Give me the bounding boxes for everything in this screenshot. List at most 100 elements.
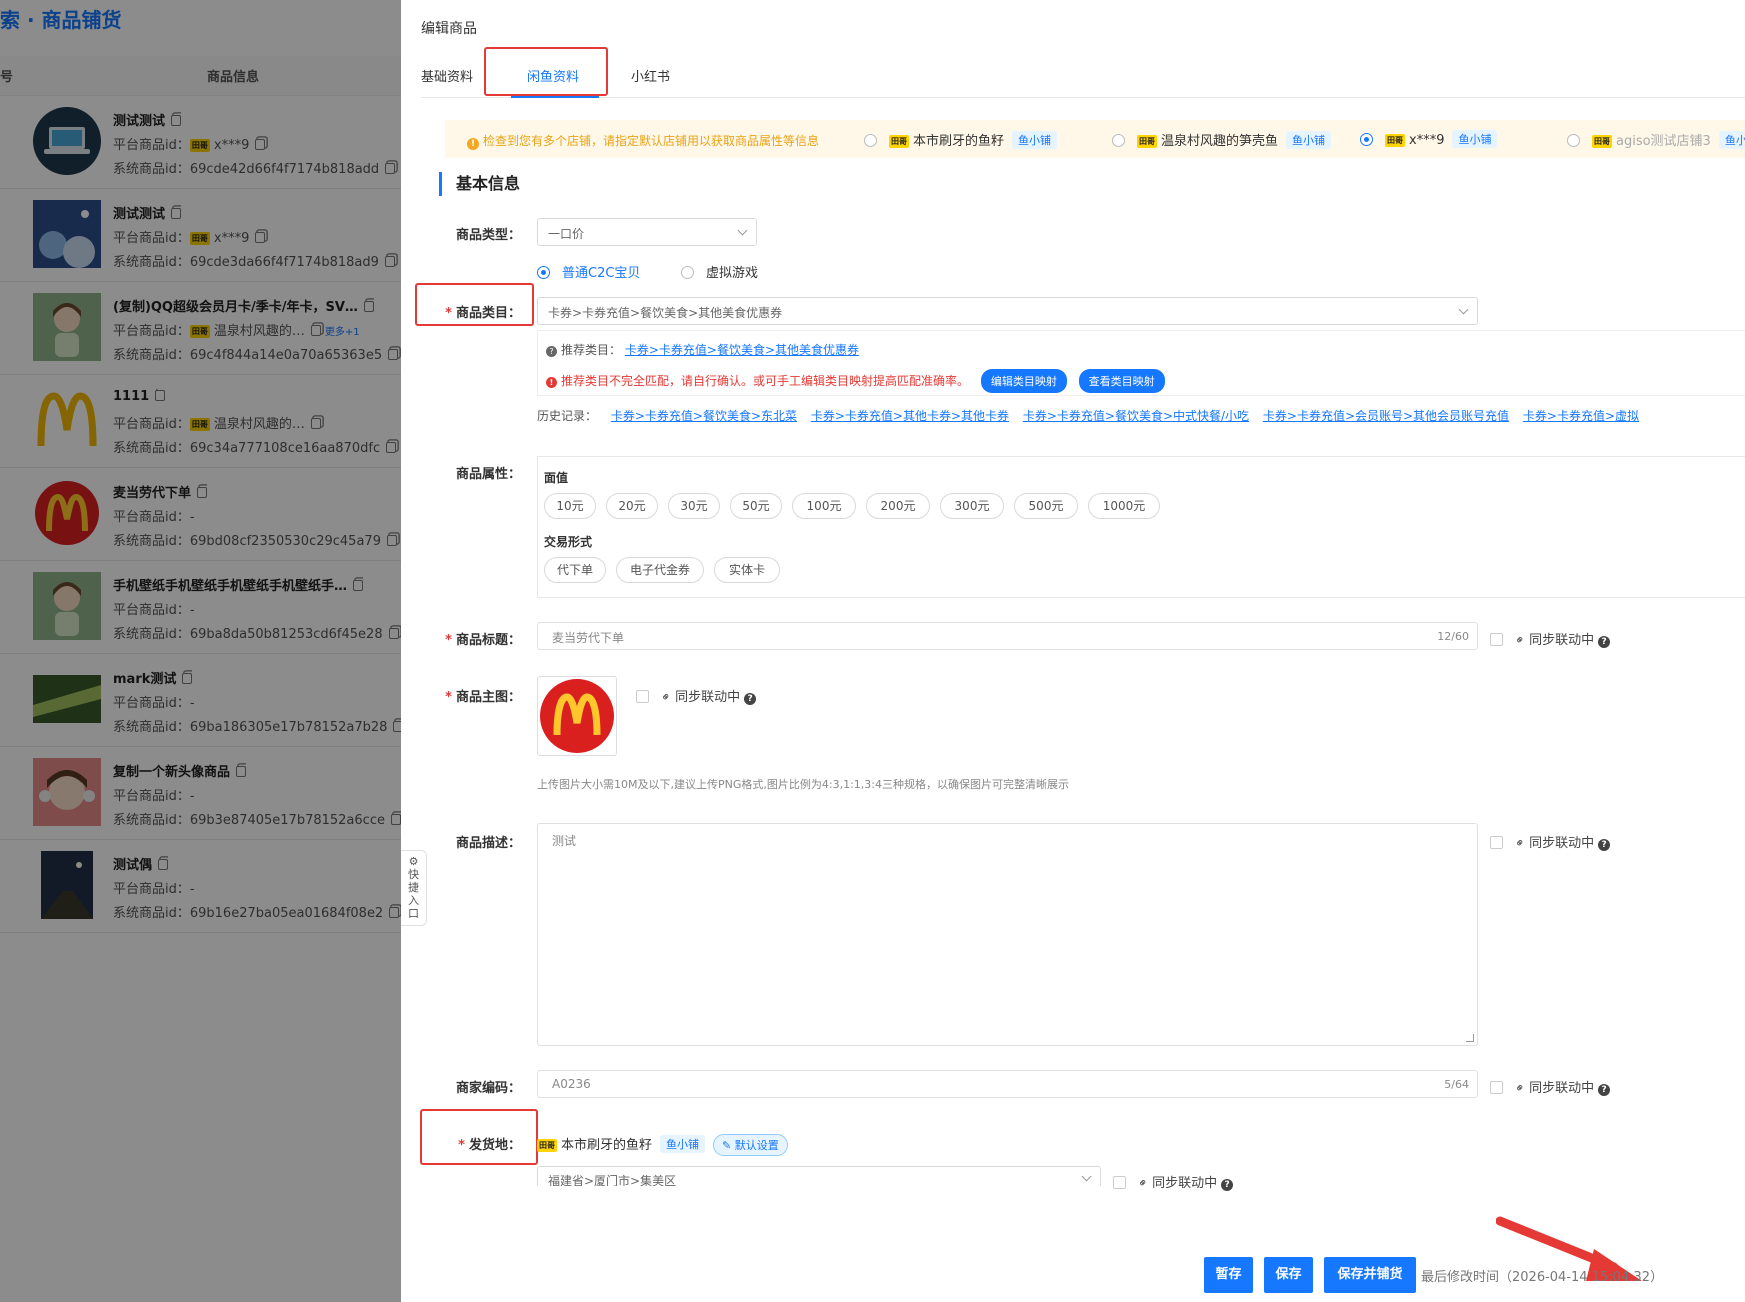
chevron-down-icon (1458, 304, 1469, 315)
error-icon: ! (546, 377, 557, 388)
gear-icon: ⚙ (408, 855, 419, 868)
shop-badge-icon: 田哥 (889, 135, 909, 148)
ship-region-select[interactable]: 福建省>厦门市>集美区 (537, 1166, 1101, 1186)
type-radio-normal[interactable]: 普通C2C宝贝 (537, 262, 640, 281)
store-radio-option[interactable]: 田哥 x***9 鱼小铺 (1360, 130, 1498, 148)
attr-trade-label: 交易形式 (544, 535, 593, 549)
help-icon[interactable]: ? (1598, 839, 1611, 851)
radio-icon (681, 266, 694, 279)
history-link[interactable]: 卡券>卡券充值>虚拟 (1523, 409, 1639, 423)
category-select[interactable]: 卡券>卡券充值>餐饮美食>其他美食优惠券 (537, 297, 1478, 325)
title-input[interactable]: 麦当劳代下单 12/60 (537, 622, 1478, 650)
help-icon[interactable]: ? (1598, 1084, 1611, 1096)
type-radio-virtual[interactable]: 虚拟游戏 (681, 262, 758, 281)
attr-chip-trade[interactable]: 实体卡 (714, 557, 780, 583)
radio-icon (1360, 133, 1373, 146)
mcdonalds-logo-image (540, 679, 614, 753)
attr-chip-face[interactable]: 10元 (544, 493, 596, 519)
save-draft-button[interactable]: 暂存 (1204, 1257, 1253, 1293)
last-modified-time: 最后修改时间（2026-04-14 15:04:32） (1421, 1270, 1664, 1285)
description-sync-toggle[interactable]: ⚭同步联动中? (1490, 832, 1611, 852)
label-main-image: * 商品主图： (445, 690, 521, 705)
title-sync-toggle[interactable]: ⚭同步联动中? (1490, 629, 1611, 649)
attr-chip-face[interactable]: 1000元 (1088, 493, 1160, 519)
help-icon[interactable]: ? (744, 693, 757, 705)
shop-badge-icon: 田哥 (1137, 135, 1157, 148)
checkbox[interactable] (1113, 1176, 1126, 1189)
checkbox[interactable] (636, 690, 649, 703)
title-char-count: 12/60 (1437, 630, 1469, 643)
attr-chip-trade[interactable]: 代下单 (544, 557, 606, 583)
attr-chip-face[interactable]: 300元 (940, 493, 1004, 519)
ship-sync-toggle[interactable]: ⚭同步联动中? (1113, 1172, 1234, 1192)
store-name: 温泉村风趣的笋壳鱼 (1161, 134, 1279, 149)
shop-badge-icon: 田哥 (1385, 134, 1405, 147)
attr-chip-face[interactable]: 500元 (1014, 493, 1078, 519)
view-mapping-button[interactable]: 查看类目映射 (1078, 369, 1165, 393)
chevron-down-icon (737, 225, 748, 236)
save-and-list-button[interactable]: 保存并铺货 (1324, 1257, 1416, 1293)
history-link[interactable]: 卡券>卡券充值>餐饮美食>东北菜 (611, 409, 797, 423)
main-image-thumbnail[interactable] (537, 676, 617, 756)
image-sync-toggle[interactable]: ⚭同步联动中? (636, 686, 757, 706)
merchant-code-input[interactable]: A0236 5/64 (537, 1070, 1478, 1098)
image-upload-hint: 上传图片大小需10M及以下,建议上传PNG格式,图片比例为4:3,1:1,3:4… (537, 778, 1069, 791)
attr-chip-face[interactable]: 200元 (866, 493, 930, 519)
save-button[interactable]: 保存 (1264, 1257, 1313, 1293)
modal-overlay[interactable] (0, 0, 401, 1302)
store-radio-option[interactable]: 田哥 agiso测试店铺3 鱼小 (1567, 130, 1745, 149)
highlight-category-box (415, 283, 534, 326)
link-icon: ⚭ (1511, 834, 1529, 852)
checkbox[interactable] (1490, 633, 1503, 646)
tab-xiaohongshu[interactable]: 小红书 (631, 66, 670, 85)
store-tag: 鱼小 (1718, 131, 1745, 149)
radio-icon (537, 266, 550, 279)
quick-entry-tab[interactable]: ⚙ 快捷入口 (401, 850, 427, 926)
checkbox[interactable] (1490, 1081, 1503, 1094)
store-radio-option[interactable]: 田哥 本市刷牙的鱼籽 鱼小铺 (864, 130, 1058, 149)
history-link[interactable]: 卡券>卡券充值>会员账号>其他会员账号充值 (1263, 409, 1509, 423)
warning-icon: ! (467, 138, 479, 150)
help-icon[interactable]: ? (1221, 1179, 1234, 1191)
history-link[interactable]: 卡券>卡券充值>其他卡券>其他卡券 (811, 409, 1009, 423)
label-title: * 商品标题： (445, 633, 521, 648)
history-link[interactable]: 卡券>卡券充值>餐饮美食>中式快餐/小吃 (1023, 409, 1249, 423)
recommend-category-box: ? 推荐类目： 卡券>卡券充值>餐饮美食>其他美食优惠券 ! 推荐类目不完全匹配，请… (537, 330, 1745, 396)
edit-mapping-button[interactable]: 编辑类目映射 (980, 369, 1067, 393)
default-setting-button[interactable]: ✎ 默认设置 (713, 1134, 788, 1156)
highlight-tab-box (484, 47, 608, 96)
store-name: x***9 (1409, 133, 1445, 148)
attr-chip-face[interactable]: 50元 (730, 493, 782, 519)
checkbox[interactable] (1490, 836, 1503, 849)
code-sync-toggle[interactable]: ⚭同步联动中? (1490, 1077, 1611, 1097)
question-icon: ? (546, 346, 557, 357)
chevron-down-icon (1081, 1171, 1092, 1182)
multi-store-notice: ! 检查到您有多个店铺，请指定默认店铺用以获取商品属性等信息 田哥 本市刷牙的鱼籽鱼… (445, 120, 1745, 158)
category-history: 历史记录： 卡券>卡券充值>餐饮美食>东北菜 卡券>卡券充值>其他卡券>其他卡券… (537, 409, 1640, 423)
ship-store-tag: 鱼小铺 (660, 1135, 706, 1153)
store-name: 本市刷牙的鱼籽 (913, 134, 1005, 149)
radio-icon (1567, 134, 1580, 147)
notice-text: ! 检查到您有多个店铺，请指定默认店铺用以获取商品属性等信息 (467, 132, 819, 150)
attr-chip-trade[interactable]: 电子代金券 (616, 557, 704, 583)
label-description: 商品描述： (455, 836, 521, 851)
attr-chip-face[interactable]: 20元 (606, 493, 658, 519)
store-name: agiso测试店铺3 (1616, 134, 1711, 149)
attr-chip-face[interactable]: 30元 (668, 493, 720, 519)
label-attributes: 商品属性： (455, 467, 521, 482)
description-textarea[interactable]: 测试 (537, 823, 1478, 1046)
resize-handle-icon[interactable] (1466, 1034, 1474, 1042)
link-icon: ⚭ (1511, 631, 1529, 649)
product-type-select[interactable]: 一口价 (537, 218, 757, 246)
section-title: 基本信息 (439, 172, 520, 196)
help-icon[interactable]: ? (1598, 636, 1611, 648)
store-tag: 鱼小铺 (1286, 131, 1332, 149)
radio-icon (864, 134, 877, 147)
link-icon: ⚭ (1134, 1174, 1152, 1192)
attr-chip-face[interactable]: 100元 (792, 493, 856, 519)
tab-bar: 基础资料 闲鱼资料 小红书 (421, 58, 1745, 98)
drawer-title: 编辑商品 (421, 21, 477, 37)
store-radio-option[interactable]: 田哥 温泉村风趣的笋壳鱼 鱼小铺 (1112, 130, 1332, 149)
recommend-category-link[interactable]: 卡券>卡券充值>餐饮美食>其他美食优惠券 (625, 343, 859, 357)
tab-basic-info[interactable]: 基础资料 (421, 66, 473, 85)
